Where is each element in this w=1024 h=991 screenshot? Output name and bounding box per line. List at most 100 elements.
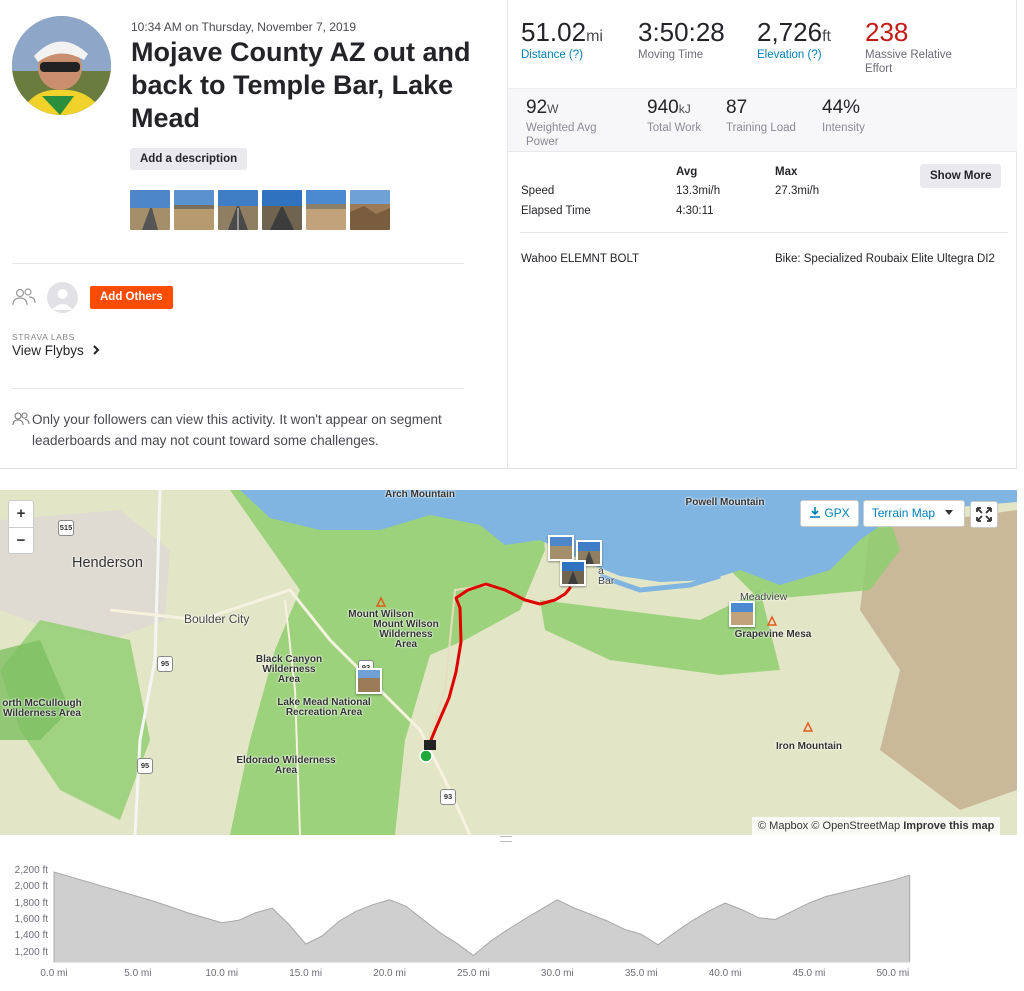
activity-header: 10:34 AM on Thursday, November 7, 2019 M…: [0, 0, 1017, 469]
activity-photo[interactable]: [350, 190, 390, 230]
zoom-out-button[interactable]: −: [9, 527, 33, 553]
map-tiles: [0, 490, 1017, 835]
x-tick-label: 30.0 mi: [540, 968, 574, 979]
highway-shield: 93: [440, 789, 456, 805]
map-photo-marker[interactable]: [356, 668, 382, 694]
y-tick-label: 1,400 ft: [14, 930, 48, 942]
x-tick-label: 45.0 mi: [792, 968, 826, 979]
add-description-button[interactable]: Add a description: [130, 148, 248, 170]
section-divider: [12, 388, 464, 389]
terrain-map-dropdown[interactable]: Terrain Map: [862, 500, 965, 527]
activity-photo[interactable]: [262, 190, 302, 230]
view-flybys-label: View Flybys: [12, 343, 84, 358]
map-label: Arch Mountain: [385, 490, 455, 500]
power-unit: W: [547, 102, 559, 116]
stat-relative-effort[interactable]: 238 Massive Relative Effort: [865, 18, 975, 76]
fullscreen-button[interactable]: [970, 501, 998, 528]
x-tick-label: 0.0 mi: [40, 968, 68, 979]
stat-distance: 51.02mi Distance (?): [521, 18, 603, 62]
secondary-stats: 92W Weighted Avg Power 940kJ Total Work …: [508, 88, 1017, 152]
attribution-text[interactable]: © Mapbox © OpenStreetMap: [758, 820, 900, 832]
show-more-button[interactable]: Show More: [920, 164, 1002, 188]
zoom-controls: + −: [8, 500, 34, 554]
training-load-value: 87: [726, 97, 748, 118]
activity-photo[interactable]: [130, 190, 170, 230]
add-others-button[interactable]: Add Others: [90, 286, 173, 309]
map-label: Iron Mountain: [775, 741, 843, 752]
zoom-in-button[interactable]: +: [9, 501, 33, 527]
terrain-map-label: Terrain Map: [871, 506, 936, 520]
activity-photo[interactable]: [218, 190, 258, 230]
power-label: Weighted Avg Power: [526, 122, 597, 148]
section-divider: [12, 263, 464, 264]
x-tick-label: 40.0 mi: [708, 968, 742, 979]
activity-summary: 10:34 AM on Thursday, November 7, 2019 M…: [0, 0, 508, 469]
stat-training-load: 87 Training Load: [726, 97, 796, 135]
chevron-right-icon: [92, 345, 99, 355]
row-avg: 13.3mi/h: [676, 185, 721, 197]
gpx-download-button[interactable]: GPX: [800, 500, 859, 527]
col-max-header: Max: [775, 166, 798, 178]
activity-title: Mojave County AZ out and back to Temple …: [131, 37, 471, 133]
map-photo-marker[interactable]: [729, 601, 755, 627]
photo-strip: [130, 190, 390, 230]
activity-photo[interactable]: [174, 190, 214, 230]
gpx-label: GPX: [824, 506, 850, 520]
work-label: Total Work: [647, 122, 702, 134]
stat-elevation: 2,726ft Elevation (?): [757, 18, 831, 62]
map-label: Powell Mountain: [685, 497, 765, 508]
map-photo-marker[interactable]: [548, 535, 574, 561]
map-label: orth McCullough Wilderness Area: [2, 698, 82, 719]
y-tick-label: 1,200 ft: [14, 946, 48, 958]
highway-shield: 95: [157, 656, 173, 672]
view-flybys-link[interactable]: View Flybys: [12, 343, 100, 358]
map-label: Boulder City: [184, 612, 250, 626]
athlete-avatar[interactable]: [12, 16, 111, 115]
map-controls: GPX Terrain Map: [800, 500, 965, 527]
stat-intensity: 44% Intensity: [822, 97, 865, 135]
stat-weighted-power: 92W Weighted Avg Power: [526, 97, 626, 149]
highway-shield: 95: [137, 758, 153, 774]
privacy-notice: Only your followers can view this activi…: [32, 412, 442, 448]
resize-handle[interactable]: [500, 836, 512, 842]
distance-label[interactable]: Distance (?): [521, 48, 603, 62]
map-label: Mount Wilson Wilderness Area: [373, 619, 439, 650]
x-tick-label: 10.0 mi: [205, 968, 239, 979]
strava-labs-label: STRAVA LABS: [12, 332, 75, 342]
activity-photo[interactable]: [306, 190, 346, 230]
moving-time-label: Moving Time: [638, 49, 704, 61]
y-tick-label: 2,200 ft: [14, 865, 48, 876]
download-icon: [810, 507, 820, 518]
caret-down-icon: [945, 510, 954, 515]
map-label: Eldorado Wilderness Area: [236, 755, 336, 776]
moving-time-value: 3:50:28: [638, 17, 725, 47]
elevation-chart[interactable]: 2,200 ft 2,000 ft 1,800 ft 1,600 ft 1,400 ft…: [0, 845, 1017, 991]
route-map[interactable]: Arch Mountain Powell Mountain Henderson …: [0, 490, 1017, 835]
expand-icon: [976, 507, 992, 522]
y-tick-label: 1,800 ft: [14, 897, 48, 909]
intensity-value: 44%: [822, 97, 861, 118]
row-max: 27.3mi/h: [775, 185, 820, 197]
activity-timestamp: 10:34 AM on Thursday, November 7, 2019: [131, 20, 357, 34]
x-tick-label: 15.0 mi: [289, 968, 323, 979]
map-photo-marker[interactable]: [560, 560, 586, 586]
relative-effort-label: Massive Relative Effort: [865, 49, 952, 75]
row-label: Speed: [521, 185, 555, 197]
distance-unit: mi: [586, 28, 603, 45]
improve-map-link[interactable]: Improve this map: [903, 820, 994, 832]
intensity-label: Intensity: [822, 122, 865, 134]
x-tick-label: 35.0 mi: [624, 968, 658, 979]
map-attribution: © Mapbox © OpenStreetMap Improve this ma…: [752, 817, 1001, 835]
x-tick-label: 50.0 mi: [876, 968, 910, 979]
row-label: Elapsed Time: [521, 205, 591, 217]
elevation-label[interactable]: Elevation (?): [757, 48, 831, 62]
highway-shield: 515: [58, 520, 74, 536]
distance-value: 51.02: [521, 17, 587, 47]
y-tick-label: 2,000 ft: [14, 881, 48, 893]
stat-moving-time: 3:50:28 Moving Time: [638, 18, 725, 62]
power-value: 92: [526, 97, 548, 118]
y-tick-label: 1,600 ft: [14, 914, 48, 926]
map-label: Black Canyon Wilderness Area: [255, 654, 323, 685]
bike-name[interactable]: Bike: Specialized Roubaix Elite Ultegra …: [775, 251, 1007, 268]
work-unit: kJ: [678, 102, 691, 116]
